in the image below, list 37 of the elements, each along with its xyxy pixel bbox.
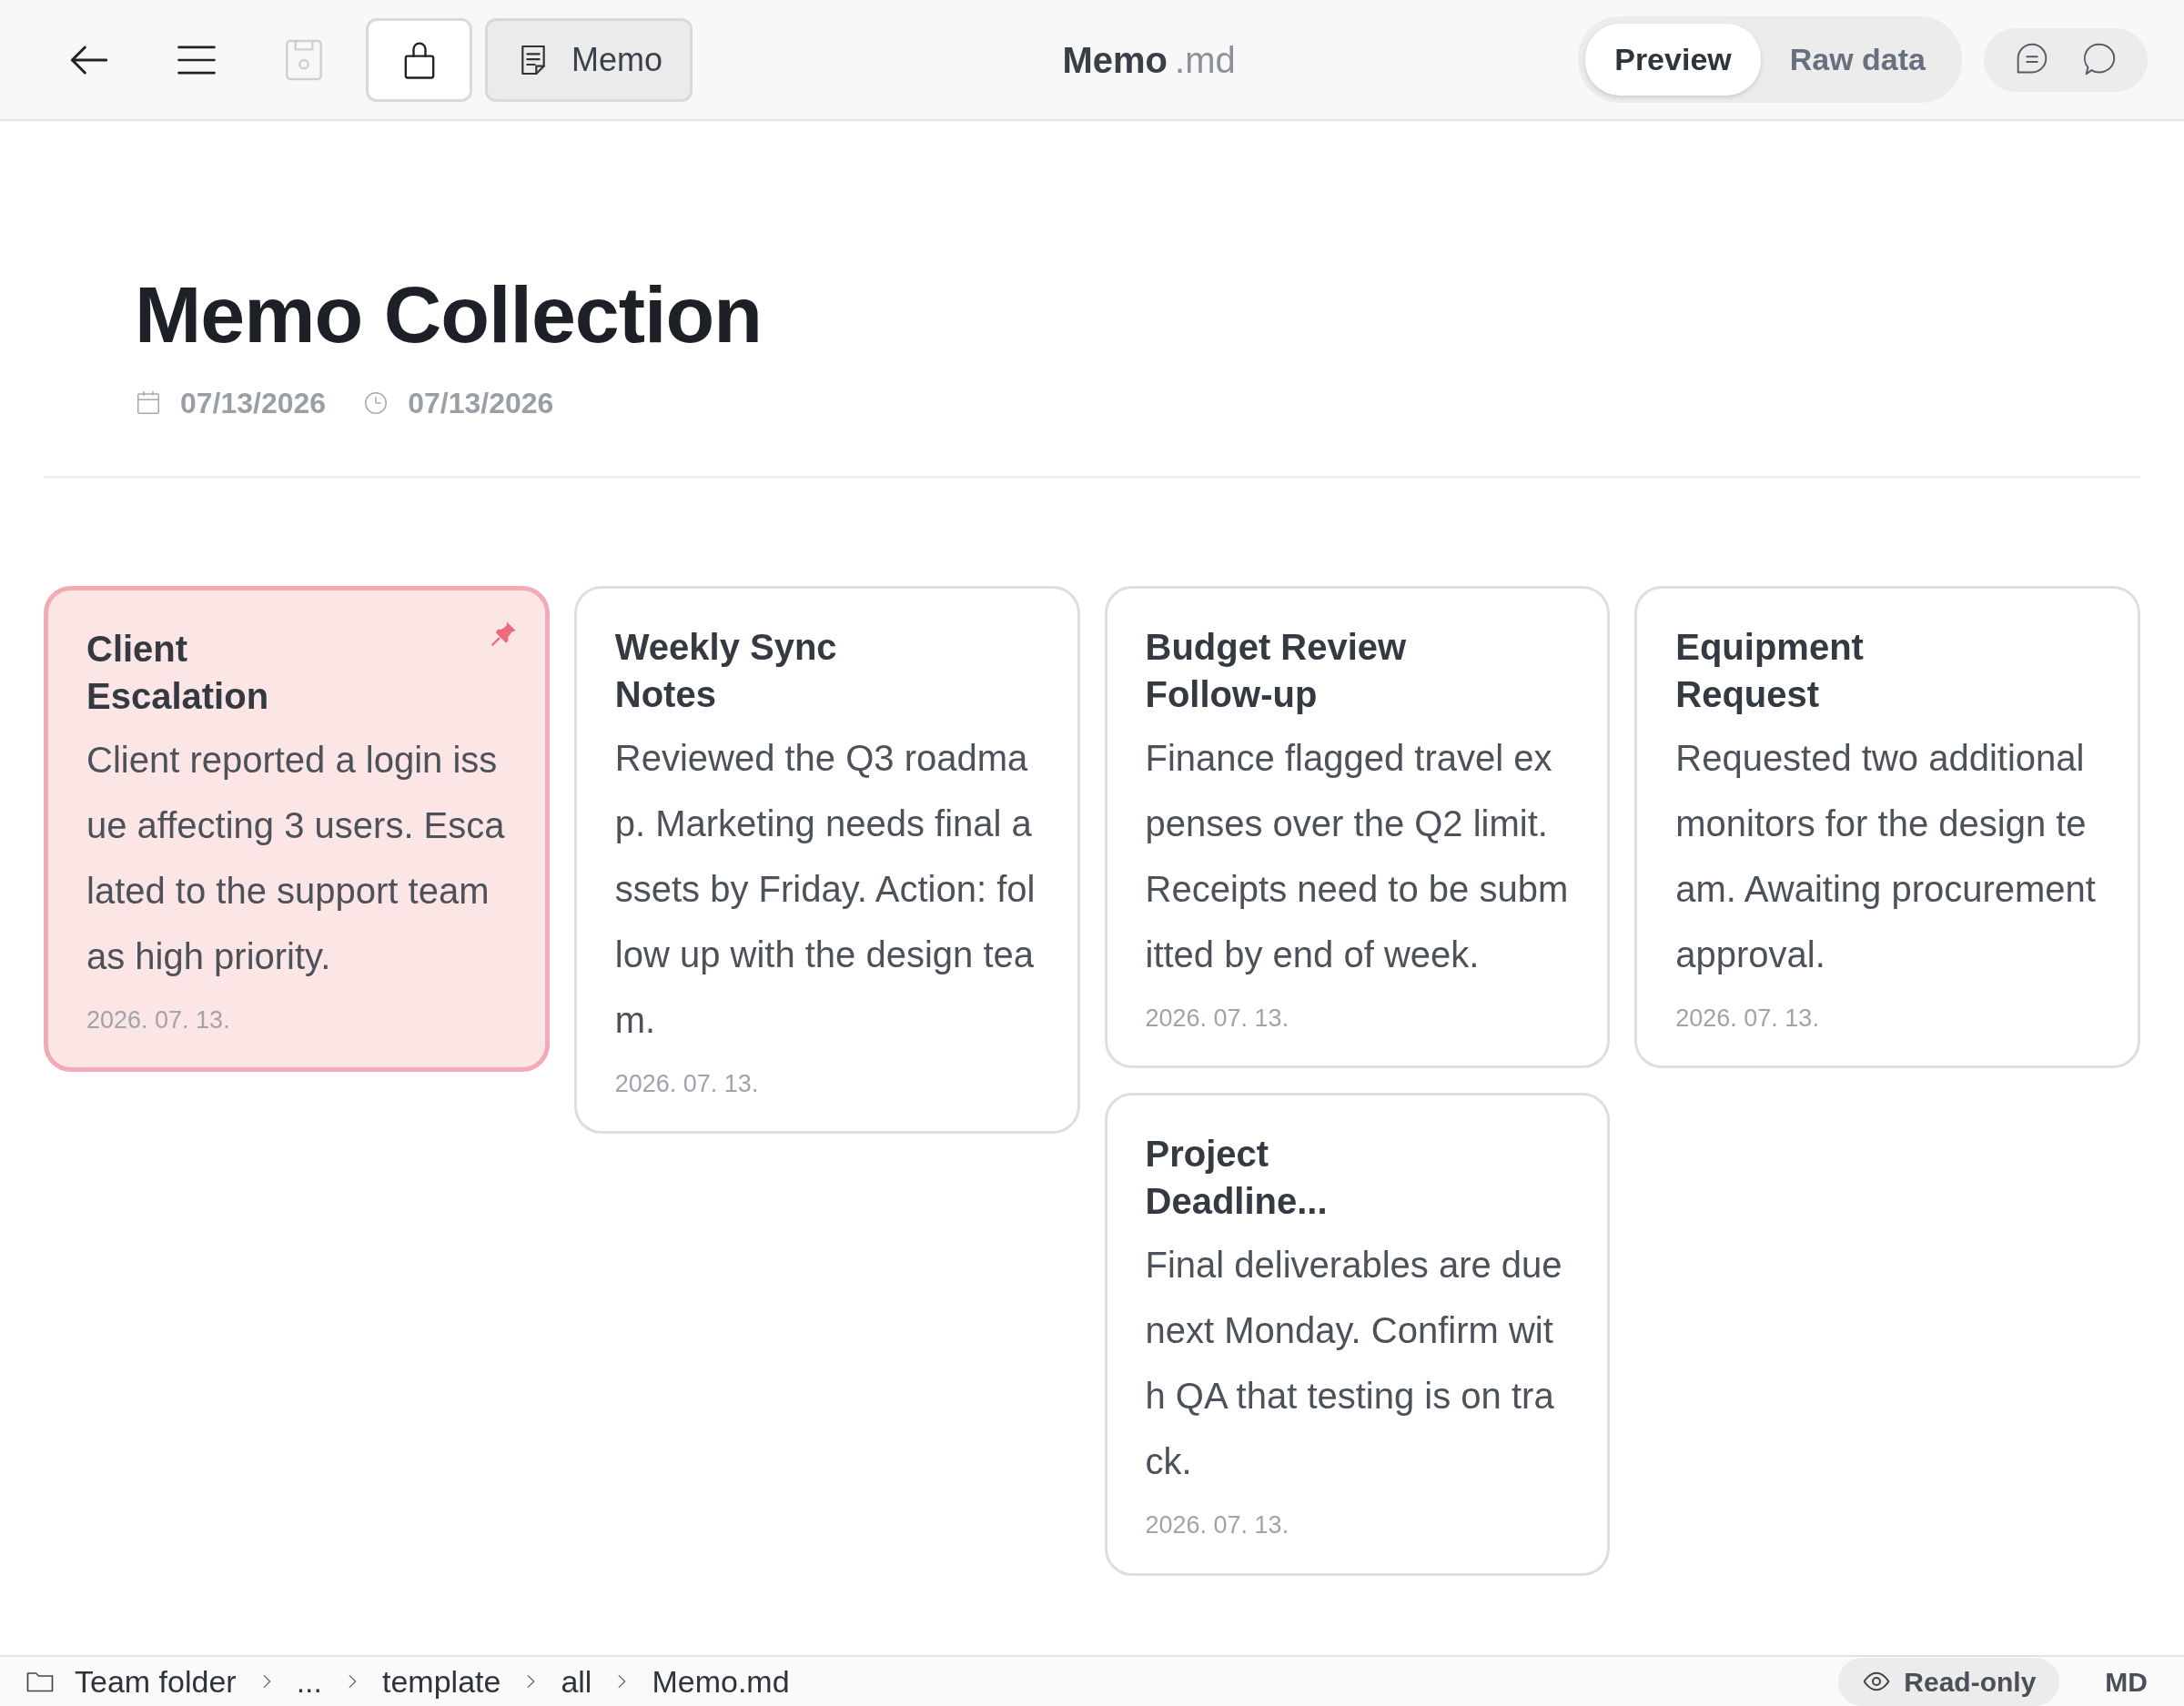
memo-card[interactable]: Project Deadline... Final deliverables are due next Monday. Confirm with QA that testing is on track. 2026. 07. 13. <box>1104 1093 1611 1576</box>
calendar-icon <box>135 389 162 417</box>
page-heading: Memo Collection <box>135 268 763 361</box>
memo-card[interactable]: Equipment Request Requested two additional monitors for the design team. Awaiting procurement approval. 2026. 07. 13. <box>1634 585 2140 1069</box>
file-format: MD <box>2105 1665 2148 1699</box>
breadcrumb-link[interactable]: ... <box>296 1658 322 1705</box>
view-tab[interactable]: Raw data <box>1760 24 1955 96</box>
memo-text: Client reported a login issue affecting 3 users. Escalated to the support team as high priority. <box>86 738 506 978</box>
breadcrumb-link[interactable]: all <box>561 1658 592 1705</box>
memo-text: Requested two additional monitors for the design team. Awaiting procurement approval. <box>1675 736 2097 976</box>
breadcrumb-link[interactable]: Memo.md <box>652 1658 790 1705</box>
memo-date: 2026. 07. 13. <box>1145 1510 1290 1541</box>
memo-button[interactable]: Memo <box>485 17 693 102</box>
modified-date: 07/13/2026 <box>408 385 554 421</box>
memo-title: Equipment Request <box>1675 625 1865 716</box>
memo-title: Budget Review Follow-up <box>1145 625 1408 716</box>
memo-card[interactable]: Budget Review Follow-up Finance flagged travel expenses over the Q2 limit. Receipts need to be submitted by end of week. 2026. 07. 13. <box>1104 585 1611 1069</box>
memo-title: Weekly Sync Notes <box>614 625 838 716</box>
memo-date: 2026. 07. 13. <box>1675 1003 1820 1034</box>
lock-button[interactable] <box>366 17 472 102</box>
view-tab[interactable]: Preview <box>1585 24 1761 96</box>
memo-title: Client Escalation <box>86 627 270 718</box>
memo-text: Final deliverables are due next Monday. Confirm with QA that testing is on track. <box>1145 1244 1563 1484</box>
memo-date: 2026. 07. 13. <box>86 1004 231 1035</box>
memo-date: 2026. 07. 13. <box>614 1068 760 1099</box>
created-date: 07/13/2026 <box>180 385 327 421</box>
file-extension: .md <box>1175 38 1236 82</box>
memo-title: Project Deadline... <box>1145 1133 1329 1224</box>
document-title: Memo <box>1062 38 1168 82</box>
memo-text: Finance flagged travel expenses over the Q2 limit. Receipts need to be submitted by end of week. <box>1145 736 1570 976</box>
memo-date: 2026. 07. 13. <box>1145 1003 1290 1034</box>
breadcrumb-link[interactable]: template <box>382 1658 501 1705</box>
memo-card[interactable]: Weekly Sync Notes Reviewed the Q3 roadmap. Marketing needs final assets by Friday. Action: follow up with the design team. 2026. 07. 13. <box>573 585 1080 1135</box>
breadcrumb-link[interactable]: Team folder <box>75 1658 237 1705</box>
memo-text: Reviewed the Q3 roadmap. Marketing needs final assets by Friday. Action: follow up with the design team. <box>614 736 1036 1042</box>
read-only-badge: Read-only <box>1838 1657 2060 1706</box>
memo-card[interactable]: Client Escalation Client reported a login issue affecting 3 users. Escalated to the support team as high priority. 2026. 07. 13. <box>44 585 550 1073</box>
